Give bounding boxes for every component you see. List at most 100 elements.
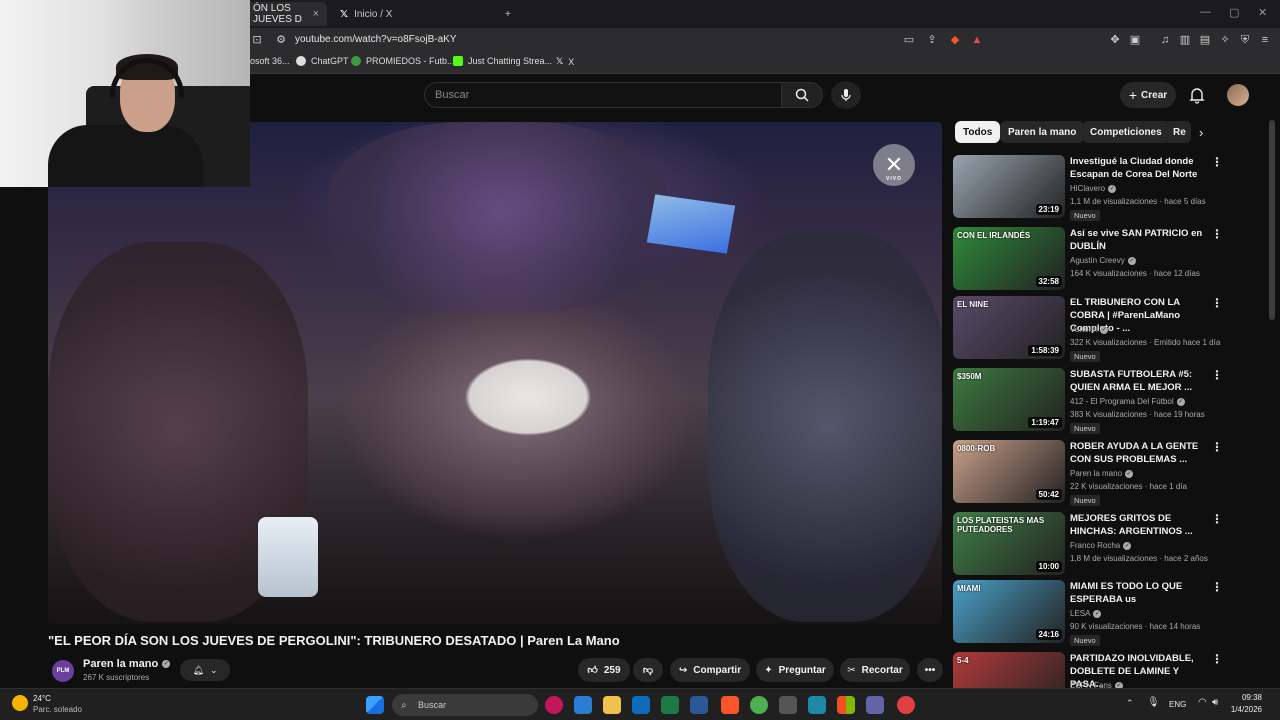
- vpn-icon[interactable]: ⛨: [1238, 33, 1252, 47]
- clock-date[interactable]: 1/4/2026: [1222, 705, 1262, 714]
- channel-name[interactable]: Agustín Creevy ✓: [1070, 256, 1136, 265]
- video-title[interactable]: ROBER AYUDA A LA GENTE CON SUS PROBLEMAS…: [1070, 440, 1210, 466]
- close-tab-icon[interactable]: ×: [313, 8, 319, 20]
- more-vertical-icon[interactable]: ⋮: [1211, 369, 1223, 381]
- weather-sun-icon[interactable]: [12, 695, 28, 711]
- cast-icon[interactable]: ▭: [902, 33, 916, 47]
- language-indicator[interactable]: ENG: [1169, 700, 1186, 709]
- bookmark-office[interactable]: osoft 36...: [250, 56, 290, 66]
- media-player-icon[interactable]: [545, 696, 563, 714]
- more-vertical-icon[interactable]: ⋮: [1211, 297, 1223, 309]
- channel-name[interactable]: 412 - El Programa Del Fútbol ✓: [1070, 397, 1185, 406]
- site-settings-icon[interactable]: ⚙: [274, 33, 288, 47]
- subscription-notifications-button[interactable]: 🔔︎ ⌄: [180, 659, 230, 681]
- chevron-up-icon[interactable]: ⌃: [1126, 698, 1134, 709]
- share-page-icon[interactable]: ⇪: [925, 33, 939, 47]
- bookmark-promiedos[interactable]: PROMIEDOS - Futb...: [351, 56, 455, 66]
- screenshot-icon[interactable]: ▣: [1128, 33, 1142, 47]
- recommendation-item[interactable]: 0800-ROB 50:42 ROBER AYUDA A LA GENTE CON …: [953, 440, 1233, 506]
- extensions-icon[interactable]: ✥: [1108, 33, 1122, 47]
- channel-name[interactable]: Paren la mano ✓: [1070, 469, 1134, 478]
- recommendation-item[interactable]: $350M 1:19:47 SUBASTA FUTBOLERA #5: QUIEN …: [953, 368, 1233, 434]
- chip-more[interactable]: Re: [1165, 121, 1191, 143]
- channel-name[interactable]: LESA ✓: [1070, 609, 1102, 618]
- taskbar-search[interactable]: ⌕ Buscar: [392, 694, 538, 716]
- video-title[interactable]: SUBASTA FUTBOLERA #5: QUIEN ARMA EL MEJO…: [1070, 368, 1210, 394]
- tab-x[interactable]: 𝕏 Inicio / X: [332, 2, 492, 26]
- windows-start-icon[interactable]: [366, 696, 384, 714]
- chip-paren-la-mano[interactable]: Paren la mano: [1000, 121, 1085, 143]
- chip-competiciones[interactable]: Competiciones: [1082, 121, 1170, 143]
- microphone-icon[interactable]: 🎙︎: [1147, 697, 1160, 708]
- video-thumbnail[interactable]: LOS PLATEISTAS MAS PUTEADORES 10:00: [953, 512, 1065, 575]
- url-field[interactable]: youtube.com/watch?v=o8FsojB-aKY: [295, 34, 456, 45]
- wifi-icon[interactable]: ◠: [1198, 697, 1207, 708]
- video-thumbnail[interactable]: CON EL IRLANDÉS 32:58: [953, 227, 1065, 290]
- brave-shield-icon[interactable]: ◆: [948, 33, 962, 47]
- video-thumbnail[interactable]: $350M 1:19:47: [953, 368, 1065, 431]
- search-input[interactable]: Buscar: [424, 82, 782, 108]
- video-title[interactable]: Así se vive SAN PATRICIO en DUBLÍN: [1070, 227, 1210, 253]
- close-window-icon[interactable]: ✕: [1258, 6, 1267, 19]
- video-title[interactable]: MEJORES GRITOS DE HINCHAS: ARGENTINOS ..…: [1070, 512, 1210, 538]
- recommendation-item[interactable]: MIAMI 24:16 MIAMI ES TODO LO QUE ESPERABA …: [953, 580, 1233, 646]
- weather-description[interactable]: Parc. soleado: [33, 705, 82, 714]
- chevron-right-icon[interactable]: ›: [1199, 125, 1203, 140]
- bookmark-x[interactable]: 𝕏X: [556, 56, 574, 67]
- more-vertical-icon[interactable]: ⋮: [1211, 513, 1223, 525]
- recommendation-item[interactable]: EL NINE 1:58:39 EL TRIBUNERO CON LA COBRA …: [953, 296, 1233, 362]
- music-icon[interactable]: ♫: [1158, 33, 1172, 47]
- rewards-icon[interactable]: ▲: [970, 33, 984, 47]
- user-avatar[interactable]: [1227, 84, 1249, 106]
- chip-todos[interactable]: Todos: [955, 121, 1001, 143]
- weather-temperature[interactable]: 24°C: [33, 694, 51, 703]
- app-icon[interactable]: [808, 696, 826, 714]
- video-title[interactable]: Investigué la Ciudad donde Escapan de Co…: [1070, 155, 1210, 181]
- more-vertical-icon[interactable]: ⋮: [1211, 156, 1223, 168]
- channel-name[interactable]: Paren la mano ✓: [83, 658, 171, 670]
- more-vertical-icon[interactable]: ⋮: [1211, 441, 1223, 453]
- wallet-icon[interactable]: ▤: [1198, 33, 1212, 47]
- outlook-icon[interactable]: [632, 696, 650, 714]
- file-explorer-icon[interactable]: [603, 696, 621, 714]
- minimize-icon[interactable]: —: [1200, 6, 1211, 18]
- scrollbar[interactable]: [1269, 120, 1275, 320]
- video-title[interactable]: MIAMI ES TODO LO QUE ESPERABA us: [1070, 580, 1210, 606]
- bookmark-chatgpt[interactable]: ChatGPT: [296, 56, 349, 66]
- recommendation-item[interactable]: LOS PLATEISTAS MAS PUTEADORES 10:00 MEJORE…: [953, 512, 1233, 578]
- volume-icon[interactable]: 🔊︎: [1212, 697, 1218, 708]
- recommendation-item[interactable]: 23:19 Investigué la Ciudad donde Escapan …: [953, 155, 1233, 221]
- teams-icon[interactable]: [866, 696, 884, 714]
- channel-name[interactable]: Vorterix ✓: [1070, 325, 1109, 334]
- word-icon[interactable]: [690, 696, 708, 714]
- vscode-icon[interactable]: [574, 696, 592, 714]
- video-player[interactable]: ✕ VIVO: [48, 122, 942, 624]
- dislike-button[interactable]: 👎︎: [633, 658, 663, 682]
- channel-name[interactable]: HiClavero ✓: [1070, 184, 1117, 193]
- share-button[interactable]: ↪ Compartir: [670, 658, 750, 682]
- excel-icon[interactable]: [661, 696, 679, 714]
- tab-youtube[interactable]: ÓN LOS JUEVES D ×: [245, 2, 327, 26]
- channel-avatar[interactable]: PLM: [52, 660, 74, 682]
- more-actions-button[interactable]: •••: [917, 658, 943, 682]
- voice-search-button[interactable]: [831, 81, 861, 109]
- maximize-icon[interactable]: ▢: [1229, 6, 1239, 19]
- video-thumbnail[interactable]: EL NINE 1:58:39: [953, 296, 1065, 359]
- search-button[interactable]: [781, 82, 823, 108]
- video-thumbnail[interactable]: MIAMI 24:16: [953, 580, 1065, 643]
- video-thumbnail[interactable]: 23:19: [953, 155, 1065, 218]
- like-button[interactable]: 👍︎ 259: [578, 658, 630, 682]
- brave-browser-icon[interactable]: [721, 696, 739, 714]
- more-vertical-icon[interactable]: ⋮: [1211, 228, 1223, 240]
- bookmark-icon[interactable]: ⊡: [250, 33, 264, 47]
- chrome-icon[interactable]: [750, 696, 768, 714]
- clock-time[interactable]: 09:38: [1222, 693, 1262, 702]
- clip-button[interactable]: ✂ Recortar: [840, 658, 910, 682]
- channel-name[interactable]: Franco Rocha ✓: [1070, 541, 1132, 550]
- video-thumbnail[interactable]: 0800-ROB 50:42: [953, 440, 1065, 503]
- menu-icon[interactable]: ≡: [1258, 33, 1272, 47]
- more-vertical-icon[interactable]: ⋮: [1211, 581, 1223, 593]
- ask-button[interactable]: ✦ Preguntar: [756, 658, 834, 682]
- recommendation-item[interactable]: CON EL IRLANDÉS 32:58 Así se vive SAN PATR…: [953, 227, 1233, 293]
- notifications-bell-icon[interactable]: [1188, 86, 1206, 104]
